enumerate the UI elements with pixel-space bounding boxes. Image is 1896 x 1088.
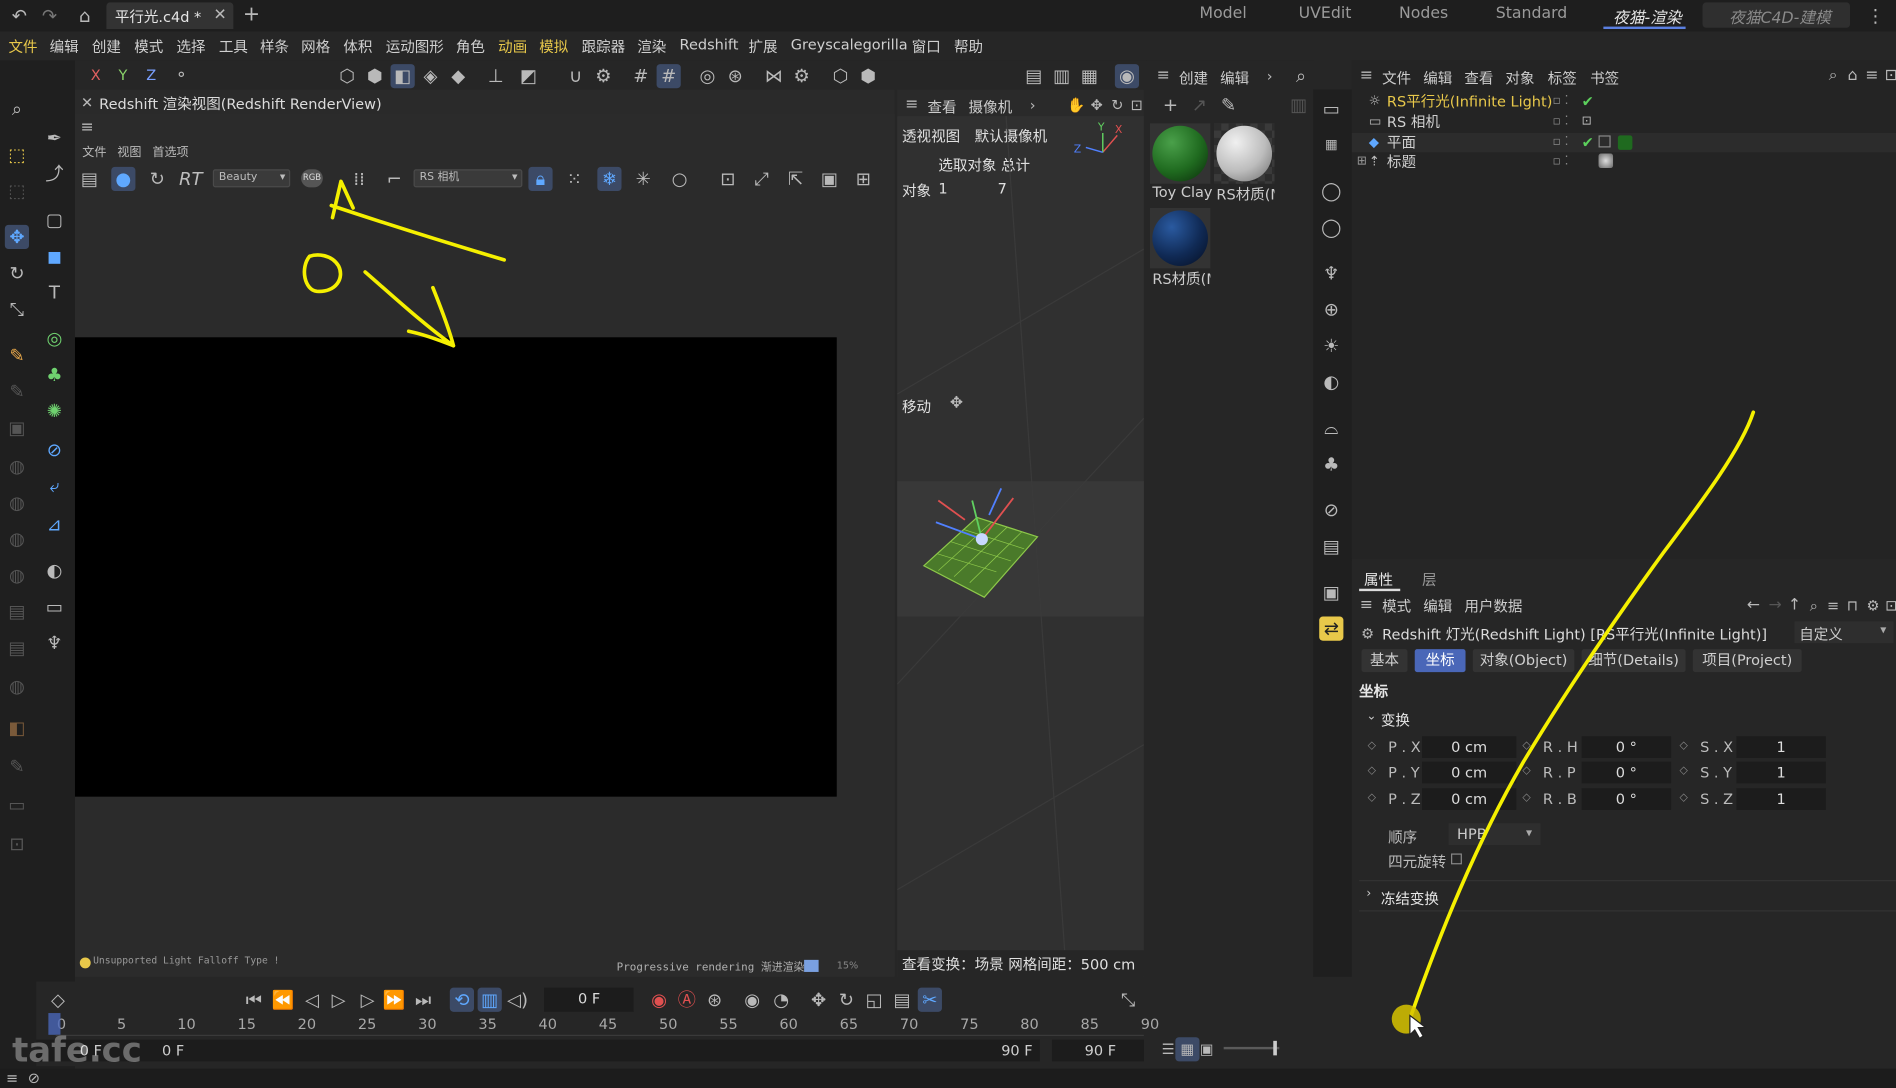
drawn-letter-b [302,253,343,294]
drawn-arrow [363,270,456,348]
annotation-overlay [302,179,1756,1040]
drawn-letter-a [329,179,507,262]
drawn-stroke [1409,410,1756,1018]
